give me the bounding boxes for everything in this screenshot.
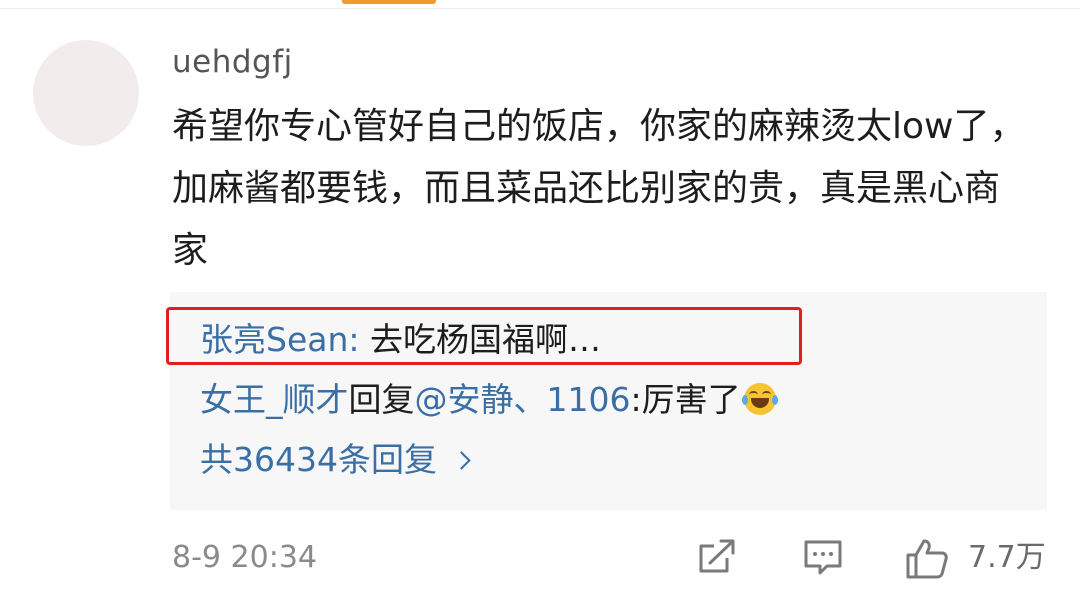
more-replies-label: 共36434条回复	[200, 440, 437, 479]
tab-indicator	[342, 0, 436, 4]
reply-separator: :	[630, 380, 642, 419]
avatar[interactable]	[33, 40, 139, 146]
reply-mention[interactable]: @安静、1106	[415, 380, 631, 419]
highlight-annotation	[166, 307, 802, 365]
reply-author[interactable]: 女王_顺才	[200, 380, 349, 419]
top-divider	[0, 8, 1080, 9]
comment-text: 希望你专心管好自己的饭店，你家的麻辣烫太low了，加麻酱都要钱，而且菜品还比别家…	[172, 106, 1026, 271]
share-icon[interactable]	[697, 538, 737, 580]
like-icon[interactable]	[905, 538, 949, 584]
comment-timestamp: 8-9 20:34	[172, 540, 317, 575]
reply-item[interactable]: 女王_顺才回复@安静、1106:厉害了	[200, 378, 778, 422]
reply-word: 回复	[348, 380, 415, 419]
reply-body: 厉害了	[641, 380, 741, 419]
chevron-right-icon	[452, 451, 471, 470]
comment-icon[interactable]	[803, 538, 843, 582]
like-count: 7.7万	[968, 540, 1046, 575]
laughing-tears-emoji-icon	[741, 383, 778, 415]
more-replies-link[interactable]: 共36434条回复	[200, 438, 471, 482]
comment-username[interactable]: uehdgfj	[172, 40, 293, 84]
comment-page: uehdgfj 希望你专心管好自己的饭店，你家的麻辣烫太low了，加麻酱都要钱，…	[0, 0, 1080, 595]
